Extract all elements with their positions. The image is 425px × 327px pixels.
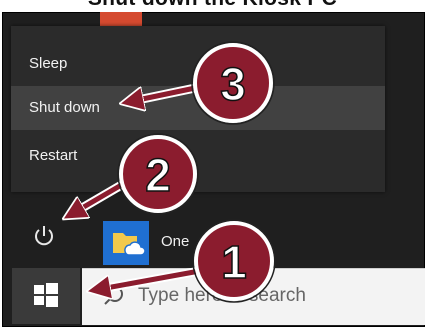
screenshot-frame: Shut down the Kiosk PC Sleep Shut down R… bbox=[0, 0, 425, 327]
arrow-step-1 bbox=[95, 265, 206, 290]
step-number-1: 1 bbox=[221, 236, 247, 288]
step-number-2: 2 bbox=[145, 149, 171, 201]
step-badge-2: 2 bbox=[117, 133, 199, 215]
step-badge-1: 1 bbox=[192, 219, 276, 303]
arrow-step-3 bbox=[128, 82, 201, 102]
annotation-overlay: 3 2 1 bbox=[0, 41, 276, 303]
step-number-3: 3 bbox=[220, 58, 246, 110]
step-badge-3: 3 bbox=[191, 41, 275, 125]
